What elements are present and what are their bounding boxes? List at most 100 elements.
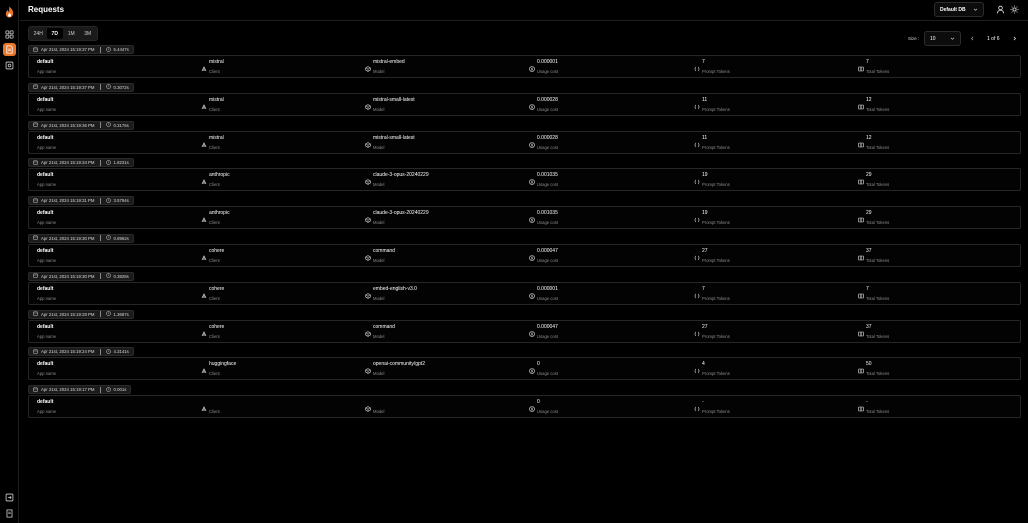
table-icon <box>858 59 864 72</box>
braces-icon <box>694 59 700 72</box>
model-value: claude-3-opus-20240229 <box>373 210 429 217</box>
total-tokens-label: Total Tokens <box>866 295 890 301</box>
app-name-value: default <box>37 399 54 406</box>
pagination-info: 1 of 6 <box>987 36 1000 42</box>
usage-cost-value: 0.001035 <box>537 210 558 217</box>
chevron-down-icon <box>973 8 978 11</box>
client-icon <box>201 210 207 223</box>
clock-icon <box>105 349 114 355</box>
next-page-chevron-right-icon[interactable] <box>1010 34 1018 43</box>
request-meta: Apr 21st, 2024 15:19:36 PM 0.3176s <box>28 120 134 130</box>
request-list: Apr 21st, 2024 15:19:37 PM 5.4447s default… <box>28 45 1021 423</box>
request-card[interactable]: default App name anthropic Client claude-3-o… <box>28 168 1021 192</box>
request-card[interactable]: default App name cohere Client command Model 0… <box>28 319 1021 343</box>
model-cube-icon <box>365 361 371 375</box>
page-size-select[interactable]: 10 <box>924 31 961 46</box>
total-tokens-label: Total Tokens <box>866 182 890 188</box>
tab-range-1m[interactable]: 1M <box>63 28 80 39</box>
nav-dashboard-icon[interactable] <box>3 28 16 41</box>
usage-cost-value: 0.000001 <box>537 59 558 65</box>
clock-icon <box>105 273 114 279</box>
app-name-label: App name <box>37 182 57 188</box>
total-tokens-label: Total Tokens <box>866 257 890 263</box>
request-card[interactable]: default App name huggingface Client openai-c… <box>28 357 1021 381</box>
request-duration: 1.8231s <box>113 160 129 166</box>
dollar-coin-icon <box>529 210 535 223</box>
model-value: openai-community/gpt2 <box>373 361 425 368</box>
prompt-tokens-value: 7 <box>702 285 705 292</box>
model-value: command <box>373 247 395 254</box>
theme-toggle-sun-icon[interactable] <box>1009 4 1019 14</box>
model-label: Model <box>373 69 385 74</box>
client-icon <box>201 399 207 412</box>
request-meta: Apr 21st, 2024 15:19:37 PM 0.3072s <box>28 82 134 92</box>
table-icon <box>858 97 864 110</box>
total-tokens-value: 29 <box>866 210 872 217</box>
request-card[interactable]: default App name cohere Client command Model 0… <box>28 243 1021 267</box>
meta-divider <box>99 311 101 318</box>
docs-icon[interactable] <box>3 507 16 520</box>
request-card[interactable]: default App name cohere Client embed-english… <box>28 281 1021 305</box>
request-duration: 1.3687s <box>113 311 129 317</box>
total-tokens-label: Total Tokens <box>866 144 890 150</box>
client-label: Client <box>209 409 220 415</box>
tab-range-3m[interactable]: 3M <box>80 28 97 39</box>
app-name-label: App name <box>37 333 57 339</box>
request-card[interactable]: default App name mistral Client mistral-embe… <box>28 55 1021 78</box>
prompt-tokens-label: Prompt Tokens <box>702 106 730 112</box>
request-card[interactable]: default App name anthropic Client claude-3-o… <box>28 206 1021 230</box>
braces-icon <box>694 210 700 223</box>
model-label: Model <box>373 182 385 188</box>
previous-page-chevron-left-icon[interactable] <box>968 34 976 43</box>
meta-divider <box>99 197 101 204</box>
meta-divider <box>99 46 101 53</box>
app-name-value: default <box>37 172 54 179</box>
app-name-value: default <box>37 247 54 254</box>
database-select[interactable]: Default DB <box>934 2 984 17</box>
nav-prompts-icon[interactable] <box>3 59 16 72</box>
meta-divider <box>99 273 101 280</box>
model-value: claude-3-opus-20240229 <box>373 172 429 179</box>
braces-icon <box>694 286 700 299</box>
prompt-tokens-label: Prompt Tokens <box>702 371 730 377</box>
request-timestamp: Apr 21st, 2024 15:19:30 PM <box>41 273 95 279</box>
request-card[interactable]: default App name mistral Client mistral-smal… <box>28 92 1021 116</box>
request-duration: 0.8962s <box>113 235 129 241</box>
app-name-label: App name <box>37 409 57 415</box>
chevron-down-icon <box>950 37 955 40</box>
table-icon <box>858 210 864 223</box>
user-icon[interactable] <box>995 4 1005 14</box>
total-tokens-value: 37 <box>866 323 872 330</box>
nav-requests-icon[interactable] <box>3 43 16 56</box>
model-label: Model <box>373 106 385 112</box>
prompt-tokens-value: 27 <box>702 247 708 254</box>
clock-icon <box>105 235 114 241</box>
total-tokens-value: 37 <box>866 247 872 254</box>
request-card[interactable]: default App name Client Model 0 Usage cost - Pr… <box>28 395 1021 419</box>
model-cube-icon <box>365 97 371 110</box>
request-duration: 0.3176s <box>113 122 129 128</box>
request-card[interactable]: default App name mistral Client mistral-smal… <box>28 130 1021 154</box>
tab-range-7d[interactable]: 7D <box>46 28 63 39</box>
model-label: Model <box>373 409 385 415</box>
app-name-value: default <box>37 96 54 103</box>
braces-icon <box>694 97 700 110</box>
total-tokens-value: 12 <box>866 96 872 103</box>
dollar-coin-icon <box>529 59 535 72</box>
model-cube-icon <box>365 248 371 261</box>
dollar-coin-icon <box>529 135 535 148</box>
prompt-tokens-value: 27 <box>702 323 708 330</box>
client-value: mistral <box>209 59 224 65</box>
request-row: Apr 21st, 2024 15:19:36 PM 0.3176s default… <box>28 120 1021 159</box>
model-cube-icon <box>365 286 371 299</box>
model-cube-icon <box>365 59 371 72</box>
import-icon[interactable] <box>3 491 16 504</box>
tab-range-24h[interactable]: 24H <box>30 28 47 39</box>
prompt-tokens-value: 11 <box>702 96 708 103</box>
prompt-tokens-value: 19 <box>702 210 708 217</box>
request-duration: 0.3072s <box>113 84 129 90</box>
client-label: Client <box>209 295 220 301</box>
calendar-icon <box>33 387 41 393</box>
app-name-value: default <box>37 59 54 65</box>
request-timestamp: Apr 21st, 2024 15:19:17 PM <box>41 387 95 393</box>
